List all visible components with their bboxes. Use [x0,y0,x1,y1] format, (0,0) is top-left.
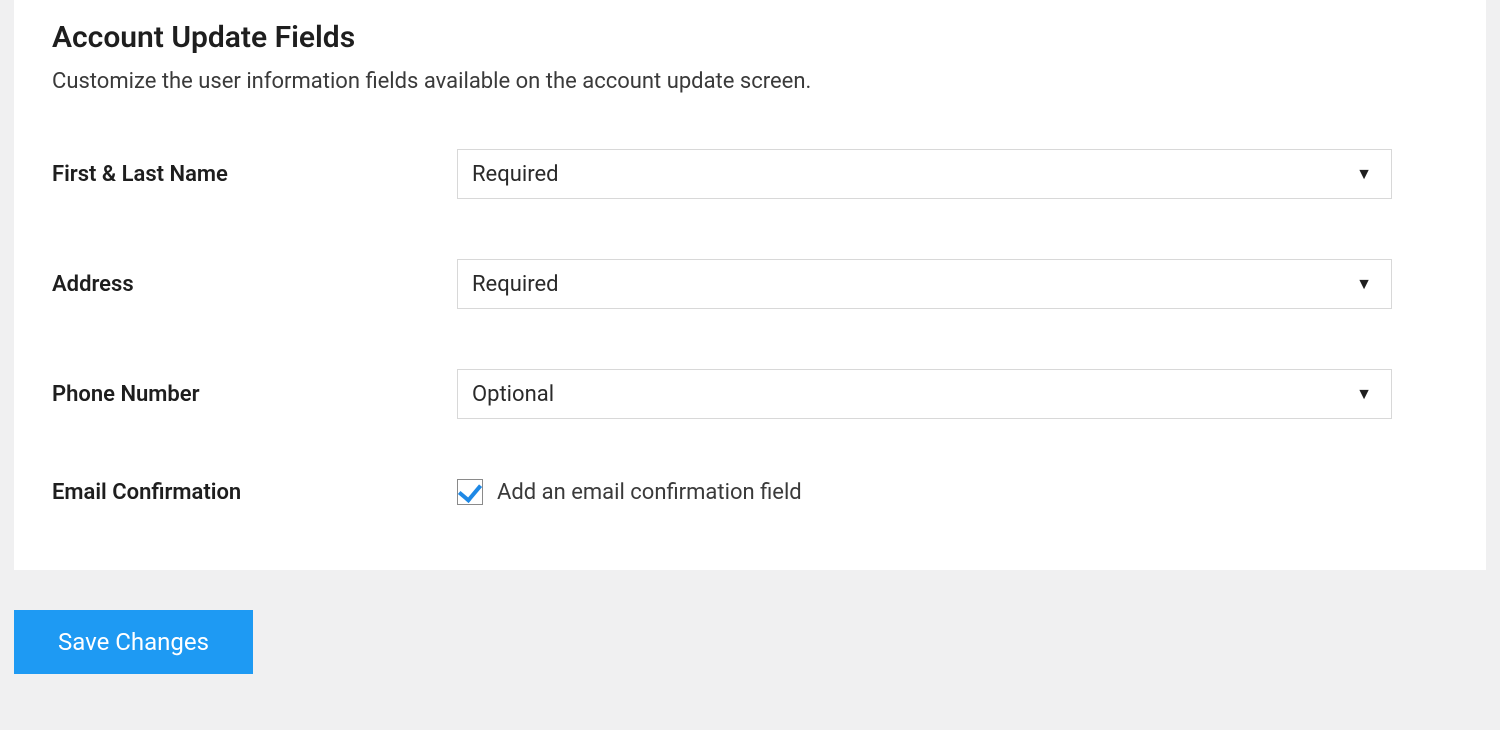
row-phone-number: Phone Number Optional ▼ [52,369,1448,419]
footer: Save Changes [0,570,1500,674]
section-description: Customize the user information fields av… [52,69,1448,94]
row-address: Address Required ▼ [52,259,1448,309]
label-email-confirmation: Email Confirmation [52,480,457,505]
select-wrap-phone: Optional ▼ [457,369,1392,419]
section-title: Account Update Fields [52,20,1448,55]
checkbox-label-email: Add an email confirmation field [497,480,802,505]
save-button[interactable]: Save Changes [14,610,253,674]
select-phone-number[interactable]: Optional [457,369,1392,419]
checkbox-email-confirmation[interactable] [457,479,483,505]
label-address: Address [52,272,457,297]
select-wrap-name: Required ▼ [457,149,1392,199]
select-address[interactable]: Required [457,259,1392,309]
label-phone-number: Phone Number [52,382,457,407]
label-first-last-name: First & Last Name [52,162,457,187]
select-first-last-name[interactable]: Required [457,149,1392,199]
row-email-confirmation: Email Confirmation Add an email confirma… [52,479,1448,505]
row-first-last-name: First & Last Name Required ▼ [52,149,1448,199]
select-wrap-address: Required ▼ [457,259,1392,309]
settings-panel: Account Update Fields Customize the user… [14,0,1486,570]
checkbox-wrap-email: Add an email confirmation field [457,479,802,505]
